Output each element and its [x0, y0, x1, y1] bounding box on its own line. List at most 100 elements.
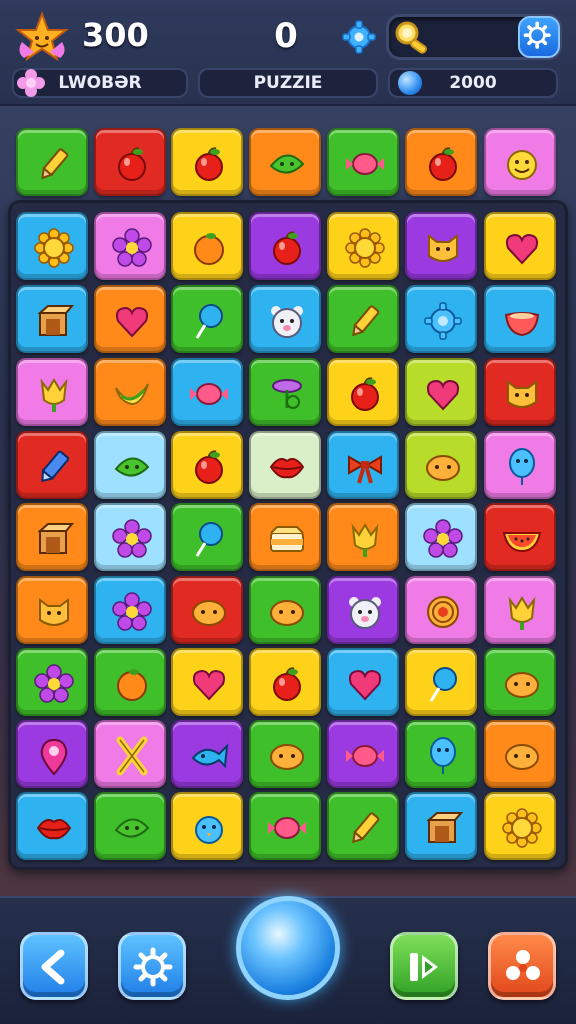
grid-tile[interactable] — [327, 648, 399, 716]
grid-tile[interactable] — [405, 792, 477, 860]
box-icon — [37, 305, 74, 336]
grid-tile[interactable] — [327, 792, 399, 860]
grid-tile[interactable] — [249, 576, 321, 644]
grid-tile[interactable] — [16, 503, 88, 571]
apple-icon — [429, 147, 457, 181]
settings-button[interactable] — [518, 16, 560, 58]
grid-tile[interactable] — [484, 431, 556, 499]
grid-tile[interactable] — [405, 720, 477, 788]
grid-tile[interactable] — [94, 792, 166, 860]
grid-tile[interactable] — [94, 720, 166, 788]
grid-tile[interactable] — [171, 212, 243, 280]
grid-tile[interactable] — [327, 503, 399, 571]
grid-tile[interactable] — [171, 431, 243, 499]
plant-icon — [272, 379, 302, 409]
candy-icon — [190, 383, 228, 405]
cat-icon — [507, 380, 537, 408]
orange-icon — [117, 669, 147, 701]
grid-tile[interactable] — [249, 720, 321, 788]
shuffle-button[interactable] — [488, 932, 556, 1000]
apple-icon — [351, 377, 379, 411]
grid-tile[interactable] — [249, 648, 321, 716]
cat-icon — [428, 234, 458, 262]
grid-tile[interactable] — [327, 212, 399, 280]
grid-tile[interactable] — [405, 648, 477, 716]
grid-tile[interactable] — [484, 358, 556, 426]
grid-tile[interactable] — [249, 792, 321, 860]
grid-tile[interactable] — [249, 285, 321, 353]
grid-tile[interactable] — [249, 212, 321, 280]
grid-tile[interactable] — [16, 576, 88, 644]
top-row-tile[interactable] — [249, 128, 321, 196]
grid-tile[interactable] — [405, 358, 477, 426]
sun-icon — [345, 228, 385, 268]
grid-tile[interactable] — [16, 720, 88, 788]
grid-tile[interactable] — [405, 212, 477, 280]
grid-tile[interactable] — [405, 285, 477, 353]
leaf-icon — [269, 154, 305, 174]
grid-tile[interactable] — [171, 503, 243, 571]
balloon-icon — [509, 448, 535, 485]
grid-tile[interactable] — [405, 576, 477, 644]
sun-icon — [34, 228, 74, 268]
grid-tile[interactable] — [249, 358, 321, 426]
grid-tile[interactable] — [327, 431, 399, 499]
grid-tile[interactable] — [484, 720, 556, 788]
lips-icon — [269, 458, 305, 479]
flower-icon — [423, 519, 463, 558]
grid-tile[interactable] — [327, 285, 399, 353]
grid-tile[interactable] — [94, 503, 166, 571]
grid-tile[interactable] — [484, 212, 556, 280]
grid-tile[interactable] — [94, 576, 166, 644]
grid-tile[interactable] — [16, 648, 88, 716]
top-row-tile[interactable] — [327, 128, 399, 196]
grid-tile[interactable] — [484, 648, 556, 716]
grid-tile[interactable] — [94, 431, 166, 499]
top-row-tile[interactable] — [171, 128, 243, 196]
grid-tile[interactable] — [171, 576, 243, 644]
settings-bottom-button[interactable] — [118, 932, 186, 1000]
grid-tile[interactable] — [484, 792, 556, 860]
coin-orb-icon — [398, 71, 422, 95]
grid-tile[interactable] — [16, 212, 88, 280]
grid-tile[interactable] — [405, 431, 477, 499]
center-orb-button[interactable] — [236, 896, 340, 1000]
lollipop-icon — [195, 522, 223, 557]
balloon-icon — [430, 737, 456, 774]
grid-tile[interactable] — [16, 792, 88, 860]
gear-icon[interactable] — [342, 20, 376, 54]
cat-icon — [39, 598, 69, 626]
orange-icon — [194, 233, 224, 265]
top-row-tile[interactable] — [16, 128, 88, 196]
pin-icon — [40, 738, 68, 776]
grid-tile[interactable] — [94, 648, 166, 716]
grid-tile[interactable] — [171, 720, 243, 788]
back-button[interactable] — [20, 932, 88, 1000]
grid-tile[interactable] — [484, 285, 556, 353]
candy-icon — [268, 817, 306, 839]
grid-tile[interactable] — [327, 358, 399, 426]
grid-tile[interactable] — [484, 503, 556, 571]
grid-tile[interactable] — [484, 576, 556, 644]
grid-tile[interactable] — [16, 285, 88, 353]
grid-tile[interactable] — [94, 358, 166, 426]
grid-tile[interactable] — [171, 792, 243, 860]
leaf-icon — [114, 457, 150, 477]
top-row-tile[interactable] — [94, 128, 166, 196]
grid-tile[interactable] — [16, 431, 88, 499]
grid-tile[interactable] — [327, 720, 399, 788]
grid-tile[interactable] — [249, 503, 321, 571]
grid-tile[interactable] — [171, 648, 243, 716]
top-row-tile[interactable] — [484, 128, 556, 196]
grid-tile[interactable] — [94, 212, 166, 280]
grid-tile[interactable] — [94, 285, 166, 353]
grid-tile[interactable] — [327, 576, 399, 644]
flower-icon — [34, 664, 74, 703]
grid-tile[interactable] — [16, 358, 88, 426]
grid-tile[interactable] — [171, 285, 243, 353]
grid-tile[interactable] — [249, 431, 321, 499]
top-row-tile[interactable] — [405, 128, 477, 196]
next-button[interactable] — [390, 932, 458, 1000]
grid-tile[interactable] — [171, 358, 243, 426]
grid-tile[interactable] — [405, 503, 477, 571]
